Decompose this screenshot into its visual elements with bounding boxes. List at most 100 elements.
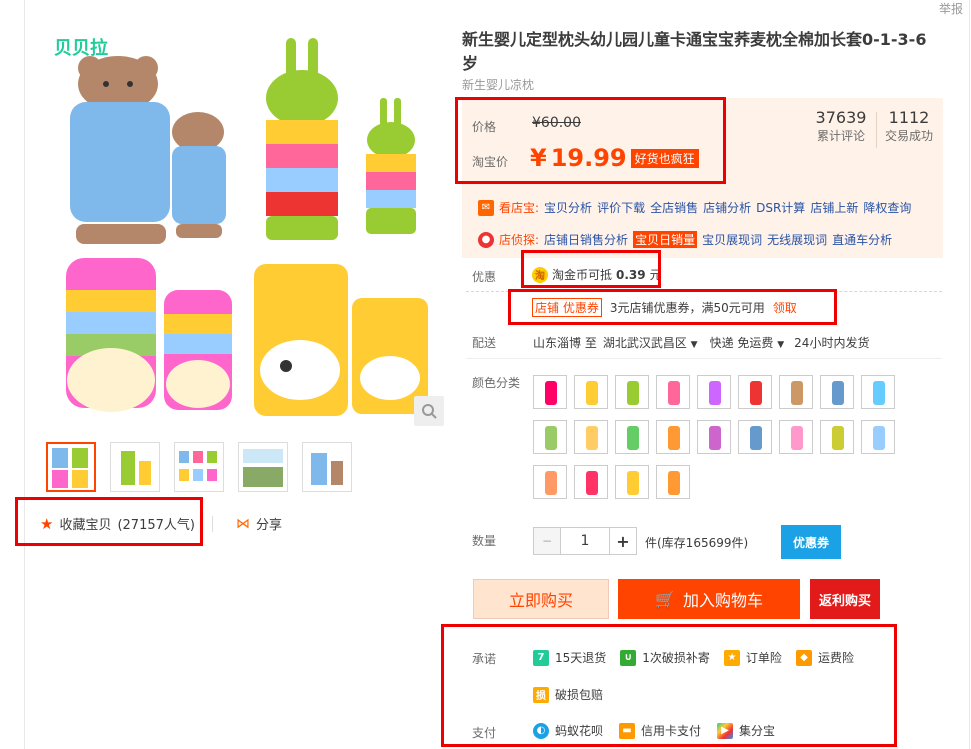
swatch-pillow-thumbnail bbox=[791, 426, 803, 450]
swatch-pillow-thumbnail bbox=[586, 426, 598, 450]
cat-pillow-large bbox=[66, 258, 156, 412]
favorite-label: 收藏宝贝 bbox=[59, 518, 112, 533]
kandian-link[interactable]: 降权查询 bbox=[863, 199, 911, 216]
thumbnail-item[interactable] bbox=[110, 442, 160, 492]
kandian-link[interactable]: 店铺分析 bbox=[703, 199, 751, 216]
favorite-button[interactable]: ★ 收藏宝贝 (27157人气) bbox=[40, 514, 195, 534]
shipping-row: 山东淄博 至 湖北武汉武昌区 ▼ 快递 免运费 ▼ 24小时内发货 bbox=[533, 334, 869, 351]
dianzhen-link[interactable]: 店铺日销售分析 bbox=[544, 231, 628, 248]
dianzhen-link[interactable]: 宝贝展现词 bbox=[702, 231, 762, 248]
coupon-button[interactable]: 优惠券 bbox=[781, 525, 841, 559]
color-swatch[interactable] bbox=[533, 420, 567, 454]
product-main-image[interactable]: 贝贝拉 bbox=[48, 28, 448, 428]
share-label: 分享 bbox=[256, 518, 283, 533]
product-subtitle: 新生婴儿凉枕 bbox=[462, 78, 535, 92]
share-button[interactable]: ⋈ 分享 bbox=[236, 514, 283, 534]
color-swatch[interactable] bbox=[820, 375, 854, 409]
color-swatch[interactable] bbox=[779, 375, 813, 409]
quantity-input[interactable]: 1 bbox=[561, 527, 609, 555]
stock-text: 件(库存165699件) bbox=[645, 536, 749, 550]
cart-icon: 🛒 bbox=[655, 589, 675, 609]
ship-method-select[interactable]: 快递 免运费 ▼ bbox=[710, 334, 785, 351]
swatch-pillow-thumbnail bbox=[832, 381, 844, 405]
swatch-pillow-thumbnail bbox=[545, 471, 557, 495]
color-swatch[interactable] bbox=[615, 420, 649, 454]
swatch-pillow-thumbnail bbox=[545, 426, 557, 450]
kandian-link[interactable]: 评价下载 bbox=[597, 199, 645, 216]
mail-icon: ✉ bbox=[478, 199, 494, 216]
dianzhen-link[interactable]: 无线展现词 bbox=[767, 231, 827, 248]
thumbnail-item[interactable] bbox=[46, 442, 96, 492]
swatch-pillow-thumbnail bbox=[750, 426, 762, 450]
swatch-pillow-thumbnail bbox=[586, 381, 598, 405]
color-swatch[interactable] bbox=[533, 375, 567, 409]
kandianbao-row: ✉ 看店宝: 宝贝分析 评价下载 全店销售 店铺分析 DSR计算 店铺上新 降权… bbox=[478, 199, 911, 216]
color-swatch[interactable] bbox=[533, 465, 567, 499]
thumbnail-item[interactable] bbox=[238, 442, 288, 492]
color-swatch[interactable] bbox=[820, 420, 854, 454]
color-swatch[interactable] bbox=[738, 420, 772, 454]
color-swatch[interactable] bbox=[574, 375, 608, 409]
coupon-highlight-box bbox=[508, 289, 837, 325]
color-swatch[interactable] bbox=[697, 375, 731, 409]
price-highlight-box bbox=[455, 97, 726, 184]
color-swatch[interactable] bbox=[656, 375, 690, 409]
report-link[interactable]: 举报 bbox=[939, 0, 963, 17]
color-label: 颜色分类 bbox=[472, 376, 521, 390]
color-swatch[interactable] bbox=[574, 420, 608, 454]
swatch-pillow-thumbnail bbox=[627, 426, 639, 450]
color-swatch-grid bbox=[533, 375, 903, 499]
color-swatch[interactable] bbox=[656, 420, 690, 454]
zoom-button[interactable] bbox=[414, 396, 444, 426]
swatch-pillow-thumbnail bbox=[586, 471, 598, 495]
swatch-pillow-thumbnail bbox=[750, 381, 762, 405]
swatch-pillow-thumbnail bbox=[627, 381, 639, 405]
add-to-cart-button[interactable]: 🛒 加入购物车 bbox=[618, 579, 800, 619]
dianzhen-link[interactable]: 直通车分析 bbox=[832, 231, 892, 248]
ship-time: 24小时内发货 bbox=[794, 336, 870, 350]
reviews-stat[interactable]: 37639 累计评论 bbox=[810, 108, 872, 144]
kandian-link[interactable]: 宝贝分析 bbox=[544, 199, 592, 216]
rebate-buy-button[interactable]: 返利购买 bbox=[810, 579, 880, 619]
ship-from: 山东淄博 至 bbox=[533, 336, 597, 350]
shipping-label: 配送 bbox=[472, 336, 497, 350]
divider bbox=[212, 516, 213, 532]
swatch-pillow-thumbnail bbox=[668, 381, 680, 405]
deals-count: 1112 bbox=[888, 108, 930, 127]
decrement-button[interactable]: − bbox=[533, 527, 561, 555]
color-swatch[interactable] bbox=[861, 420, 895, 454]
magnifier-icon bbox=[422, 404, 437, 419]
quantity-label: 数量 bbox=[472, 534, 497, 548]
color-swatch[interactable] bbox=[738, 375, 772, 409]
color-swatch[interactable] bbox=[615, 465, 649, 499]
swatch-pillow-thumbnail bbox=[545, 381, 557, 405]
kandian-link[interactable]: DSR计算 bbox=[756, 199, 805, 216]
kandian-link[interactable]: 店铺上新 bbox=[810, 199, 858, 216]
deals-stat: 1112 交易成功 bbox=[880, 108, 938, 144]
bear-pillow-large bbox=[70, 56, 170, 244]
increment-button[interactable]: + bbox=[609, 527, 637, 555]
kandian-link[interactable]: 全店销售 bbox=[650, 199, 698, 216]
thumbnail-item[interactable] bbox=[174, 442, 224, 492]
brand-logo: 贝贝拉 bbox=[54, 37, 108, 59]
share-icon: ⋈ bbox=[236, 515, 250, 532]
swatch-pillow-thumbnail bbox=[709, 426, 721, 450]
color-swatch[interactable] bbox=[656, 465, 690, 499]
thumbnail-item[interactable] bbox=[302, 442, 352, 492]
service-highlight-box bbox=[441, 624, 897, 747]
pillow-illustration: 贝贝拉 bbox=[54, 37, 428, 416]
swatch-pillow-thumbnail bbox=[873, 381, 885, 405]
color-swatch[interactable] bbox=[779, 420, 813, 454]
dianzhen-link-highlighted[interactable]: 宝贝日销量 bbox=[633, 231, 698, 248]
color-swatch[interactable] bbox=[615, 375, 649, 409]
color-swatch[interactable] bbox=[697, 420, 731, 454]
kandianbao-label: 看店宝: bbox=[499, 201, 540, 215]
swatch-pillow-thumbnail bbox=[668, 426, 680, 450]
swatch-pillow-thumbnail bbox=[709, 381, 721, 405]
ship-to-select[interactable]: 湖北武汉武昌区 ▼ bbox=[603, 334, 698, 351]
discount-label: 优惠 bbox=[472, 270, 497, 284]
buy-now-button[interactable]: 立即购买 bbox=[473, 579, 609, 619]
swatch-pillow-thumbnail bbox=[627, 471, 639, 495]
color-swatch[interactable] bbox=[861, 375, 895, 409]
color-swatch[interactable] bbox=[574, 465, 608, 499]
